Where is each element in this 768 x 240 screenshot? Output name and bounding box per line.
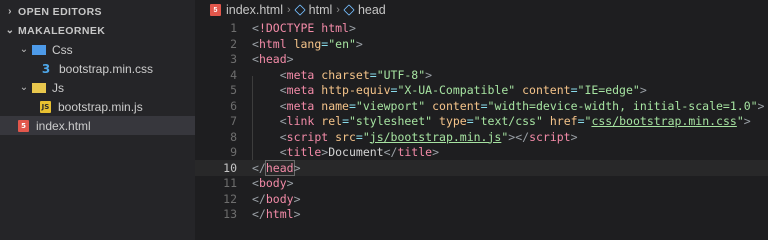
code-line[interactable]: 2 < html lang = "en" >: [195, 36, 768, 52]
line-number: 4: [230, 67, 237, 82]
line-number: 7: [230, 114, 237, 128]
code-text: < script src = " js/bootstrap.min.js " ></scri…: [279, 129, 578, 144]
code-line[interactable]: 7 < link rel = "stylesheet" type = "text/css"…: [195, 113, 768, 129]
code-line[interactable]: 9 < title > Document </title >: [195, 144, 768, 160]
code-editor[interactable]: 1 < !DOCTYPE html > 2 < html lang = "en" > 3 < head >…: [195, 20, 768, 240]
code-line[interactable]: 11 < body >: [195, 175, 768, 191]
code-line[interactable]: 12 </body >: [195, 191, 768, 207]
folder-icon: [32, 44, 46, 55]
line-number: 13: [223, 207, 237, 221]
code-line[interactable]: 6 < meta name = "viewport" content = "width=d…: [195, 98, 768, 114]
code-line[interactable]: 5 < meta http-equiv = "X-UA-Compatible" con…: [195, 82, 768, 98]
line-number: 10: [223, 160, 237, 175]
tree-item[interactable]: JS bootstrap.min.js: [0, 97, 195, 116]
breadcrumb-separator: ›: [286, 4, 291, 16]
code-text: < link rel = "stylesheet" type = "text/css" h…: [279, 114, 751, 128]
chevron-down-icon: ⌄: [19, 44, 29, 55]
line-number: 2: [230, 36, 237, 51]
code-text: </body >: [252, 191, 301, 206]
code-text: < meta http-equiv = "X-UA-Compatible" conte…: [279, 83, 647, 97]
explorer-sidebar: › OPEN EDITORS ⌄ MAKALEORNEK ⌄ Css 3 bootst…: [0, 0, 195, 240]
tree-item-label: Css: [52, 42, 73, 57]
code-line[interactable]: 8 < script src = " js/bootstrap.min.js " ></sc…: [195, 129, 768, 145]
code-line[interactable]: 4 < meta charset = "UTF-8" >: [195, 67, 768, 83]
chevron-right-icon: ›: [8, 6, 12, 17]
code-text: < body >: [252, 176, 294, 190]
chevron-down-icon: ⌄: [5, 25, 15, 36]
line-number: 8: [230, 129, 237, 144]
tree-item-label: Js: [52, 80, 64, 95]
js-file-icon: JS: [40, 100, 51, 113]
code-text: < title > Document </title >: [279, 145, 440, 159]
line-number: 6: [230, 98, 237, 113]
line-number: 5: [230, 83, 237, 97]
project-label: MAKALEORNEK: [18, 24, 106, 37]
code-text: < html lang = "en" >: [252, 36, 363, 51]
element-cube-icon: [293, 4, 306, 16]
chevron-down-icon: ⌄: [19, 82, 29, 93]
open-editors-section[interactable]: › OPEN EDITORS: [0, 2, 195, 21]
breadcrumb-item-html[interactable]: html: [309, 3, 333, 17]
code-text: < meta name = "viewport" content = "width=dev…: [279, 98, 765, 113]
code-line[interactable]: 3 < head >: [195, 51, 768, 67]
tree-item-label: bootstrap.min.js: [58, 99, 143, 114]
tree-item-label: index.html: [36, 118, 91, 133]
line-number: 12: [223, 191, 237, 206]
css-file-icon: 3: [41, 61, 51, 76]
code-line[interactable]: 1 < !DOCTYPE html >: [195, 20, 768, 36]
line-number: 1: [230, 21, 237, 35]
code-line[interactable]: 10 </head >: [195, 159, 768, 176]
tree-item[interactable]: ⌄ Css: [0, 40, 195, 59]
folder-icon: [32, 82, 46, 93]
code-text: </head >: [252, 159, 301, 176]
line-number: 11: [223, 176, 237, 190]
code-line[interactable]: 13 </html >: [195, 206, 768, 222]
breadcrumb-item-head[interactable]: head: [358, 3, 386, 17]
html-file-icon: 5: [18, 119, 29, 132]
tree-item[interactable]: 3 bootstrap.min.css: [0, 59, 195, 78]
code-text: < meta charset = "UTF-8" >: [279, 67, 433, 82]
code-text: < head >: [252, 52, 294, 66]
html-file-icon: 5: [210, 4, 221, 16]
line-number: 3: [230, 52, 237, 66]
tree-item[interactable]: 5 index.html: [0, 116, 195, 135]
tree-item[interactable]: ⌄ Js: [0, 78, 195, 97]
open-editors-label: OPEN EDITORS: [18, 5, 102, 18]
breadcrumb: 5 index.html › html › head: [195, 0, 768, 20]
line-number: 9: [230, 145, 237, 159]
code-text: </html >: [252, 207, 301, 221]
breadcrumb-separator: ›: [336, 4, 340, 16]
code-text: < !DOCTYPE html >: [252, 21, 356, 35]
breadcrumb-file[interactable]: index.html: [226, 3, 283, 17]
project-section[interactable]: ⌄ MAKALEORNEK: [0, 21, 195, 40]
tree-item-label: bootstrap.min.css: [59, 61, 154, 76]
element-cube-icon: [343, 4, 355, 16]
